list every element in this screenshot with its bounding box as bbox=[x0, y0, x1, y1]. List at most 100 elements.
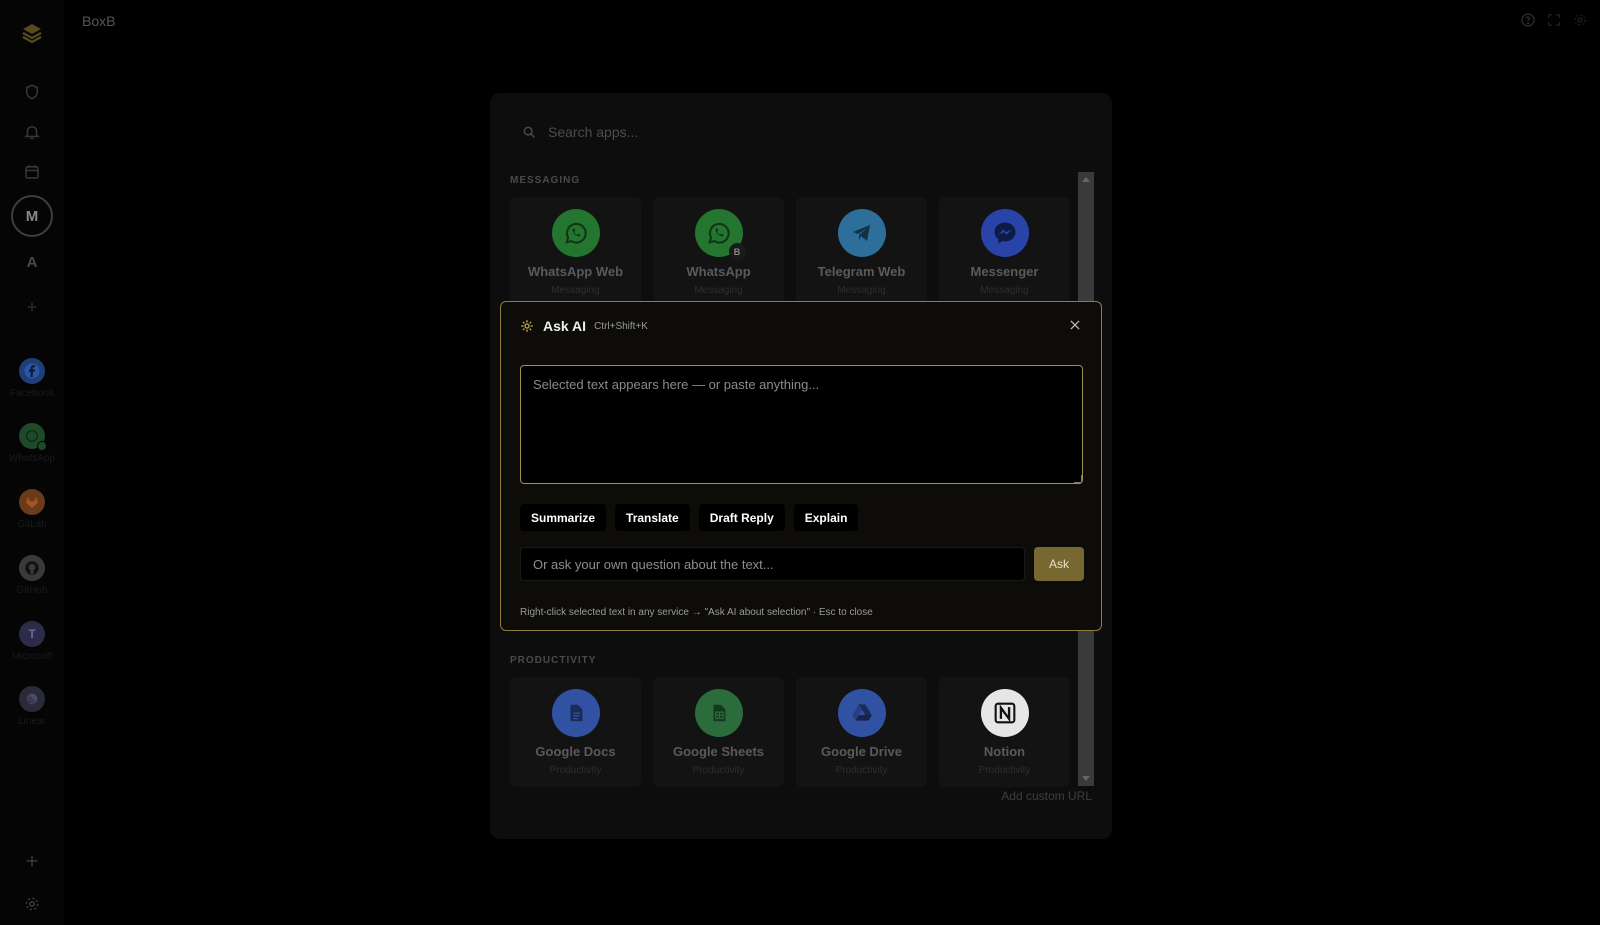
sidebar-shield[interactable] bbox=[0, 83, 64, 101]
app-category: Messaging bbox=[551, 285, 600, 296]
sidebar-service-github[interactable]: GitHub bbox=[0, 555, 64, 596]
app-category: Productivity bbox=[978, 765, 1031, 776]
app-category: Messaging bbox=[694, 285, 743, 296]
teams-icon: T bbox=[19, 621, 45, 647]
service-label: WhatsApp bbox=[8, 453, 56, 464]
sidebar-service-facebook[interactable]: Facebook bbox=[0, 358, 64, 399]
search-icon bbox=[523, 126, 535, 138]
quick-actions: Summarize Translate Draft Reply Explain bbox=[520, 504, 859, 531]
sidebar-add-top[interactable] bbox=[0, 298, 64, 316]
dialog-header: Ask AI Ctrl+Shift+K bbox=[520, 318, 648, 334]
app-category: Messaging bbox=[980, 285, 1029, 296]
app-card-whatsapp-web[interactable]: WhatsApp Web Messaging bbox=[510, 197, 641, 307]
shield-icon bbox=[26, 84, 38, 100]
window-controls bbox=[1520, 12, 1588, 28]
sidebar-letter-item[interactable]: A bbox=[0, 254, 64, 271]
scroll-up-icon[interactable] bbox=[1082, 177, 1090, 182]
app-name: Telegram Web bbox=[817, 264, 906, 279]
boxb-logo-icon bbox=[22, 24, 42, 44]
sidebar: M A Facebook WhatsApp GitLab GitHub T Mi… bbox=[0, 0, 64, 925]
linear-icon bbox=[19, 686, 45, 712]
app-name: WhatsApp bbox=[686, 264, 751, 279]
section-label-productivity: PRODUCTIVITY bbox=[510, 655, 597, 666]
app-card-google-drive[interactable]: Google Drive Productivity bbox=[796, 677, 927, 787]
selected-text-input[interactable] bbox=[520, 365, 1083, 484]
bell-icon bbox=[24, 125, 40, 140]
service-label: Facebook bbox=[10, 388, 54, 399]
google-drive-icon bbox=[837, 689, 886, 737]
app-name: Google Drive bbox=[821, 744, 902, 759]
draft-reply-button[interactable]: Draft Reply bbox=[698, 504, 785, 531]
settings-icon[interactable] bbox=[1572, 12, 1588, 28]
app-card-telegram-web[interactable]: Telegram Web Messaging bbox=[796, 197, 927, 307]
google-sheets-icon bbox=[694, 689, 743, 737]
ask-button[interactable]: Ask bbox=[1034, 547, 1084, 581]
sidebar-add-service[interactable] bbox=[0, 852, 64, 870]
plus-icon bbox=[26, 855, 38, 867]
sidebar-notifications[interactable] bbox=[0, 123, 64, 141]
expand-icon[interactable] bbox=[1546, 12, 1562, 28]
app-category: Productivity bbox=[549, 765, 602, 776]
messaging-apps: WhatsApp Web Messaging B WhatsApp Messag… bbox=[510, 197, 1070, 307]
app-category: Messaging bbox=[837, 285, 886, 296]
shortcut-hint: Ctrl+Shift+K bbox=[594, 320, 648, 332]
whatsapp-business-icon: B bbox=[694, 209, 746, 260]
app-card-notion[interactable]: Notion Productivity bbox=[939, 677, 1070, 787]
calendar-icon bbox=[25, 165, 39, 179]
gitlab-icon bbox=[19, 489, 45, 515]
explain-button[interactable]: Explain bbox=[793, 504, 859, 531]
translate-button[interactable]: Translate bbox=[615, 504, 690, 531]
google-docs-icon bbox=[551, 689, 600, 737]
app-category: Productivity bbox=[835, 765, 888, 776]
search-bar bbox=[522, 123, 850, 141]
service-label: Microsoft bbox=[11, 651, 53, 662]
app-name: WhatsApp Web bbox=[527, 264, 624, 279]
dialog-title: Ask AI bbox=[543, 318, 587, 334]
add-custom-url-link[interactable]: Add custom URL bbox=[1001, 789, 1092, 803]
sidebar-avatar[interactable]: M bbox=[0, 195, 64, 237]
service-label: Linear bbox=[18, 716, 46, 727]
gear-icon bbox=[25, 897, 39, 911]
sidebar-service-linear[interactable]: Linear bbox=[0, 686, 64, 727]
app-name: Google Docs bbox=[535, 744, 616, 759]
app-title: BoxB bbox=[82, 13, 116, 29]
app-logo[interactable] bbox=[0, 22, 64, 44]
summarize-button[interactable]: Summarize bbox=[520, 504, 607, 531]
app-name: Notion bbox=[983, 744, 1026, 759]
productivity-apps: Google Docs Productivity Google Sheets P… bbox=[510, 677, 1070, 787]
service-label: GitLab bbox=[17, 519, 47, 530]
close-icon[interactable] bbox=[1068, 318, 1082, 332]
messenger-icon bbox=[980, 209, 1029, 257]
section-label-messaging: MESSAGING bbox=[510, 175, 581, 186]
facebook-icon bbox=[19, 358, 45, 384]
whatsapp-icon bbox=[551, 209, 600, 257]
plus-icon bbox=[27, 302, 37, 312]
sidebar-service-microsoft[interactable]: T Microsoft bbox=[0, 621, 64, 662]
help-icon[interactable] bbox=[1520, 12, 1536, 28]
app-card-whatsapp-business[interactable]: B WhatsApp Messaging bbox=[653, 197, 784, 307]
sidebar-service-gitlab[interactable]: GitLab bbox=[0, 489, 64, 530]
letter-item-label: A bbox=[26, 254, 38, 271]
whatsapp-icon bbox=[19, 423, 47, 451]
sidebar-calendar[interactable] bbox=[0, 163, 64, 181]
business-badge: B bbox=[728, 243, 746, 260]
avatar: M bbox=[11, 195, 53, 237]
app-card-google-docs[interactable]: Google Docs Productivity bbox=[510, 677, 641, 787]
telegram-icon bbox=[837, 209, 886, 257]
app-name: Google Sheets bbox=[672, 744, 765, 759]
sparkle-icon bbox=[521, 320, 533, 332]
service-label: GitHub bbox=[16, 585, 48, 596]
app-card-messenger[interactable]: Messenger Messaging bbox=[939, 197, 1070, 307]
question-input[interactable] bbox=[520, 547, 1025, 581]
github-icon bbox=[19, 555, 45, 581]
dialog-footer-hint: Right-click selected text in any service… bbox=[520, 607, 873, 618]
notion-icon bbox=[980, 689, 1029, 737]
app-card-google-sheets[interactable]: Google Sheets Productivity bbox=[653, 677, 784, 787]
app-category: Productivity bbox=[692, 765, 745, 776]
ask-ai-dialog: Ask AI Ctrl+Shift+K Summarize Translate … bbox=[500, 301, 1102, 631]
sidebar-service-whatsapp[interactable]: WhatsApp bbox=[0, 423, 64, 464]
scroll-down-icon[interactable] bbox=[1082, 776, 1090, 781]
textarea-resize-handle[interactable] bbox=[1074, 475, 1082, 483]
search-input[interactable] bbox=[546, 123, 850, 141]
sidebar-settings[interactable] bbox=[0, 895, 64, 913]
